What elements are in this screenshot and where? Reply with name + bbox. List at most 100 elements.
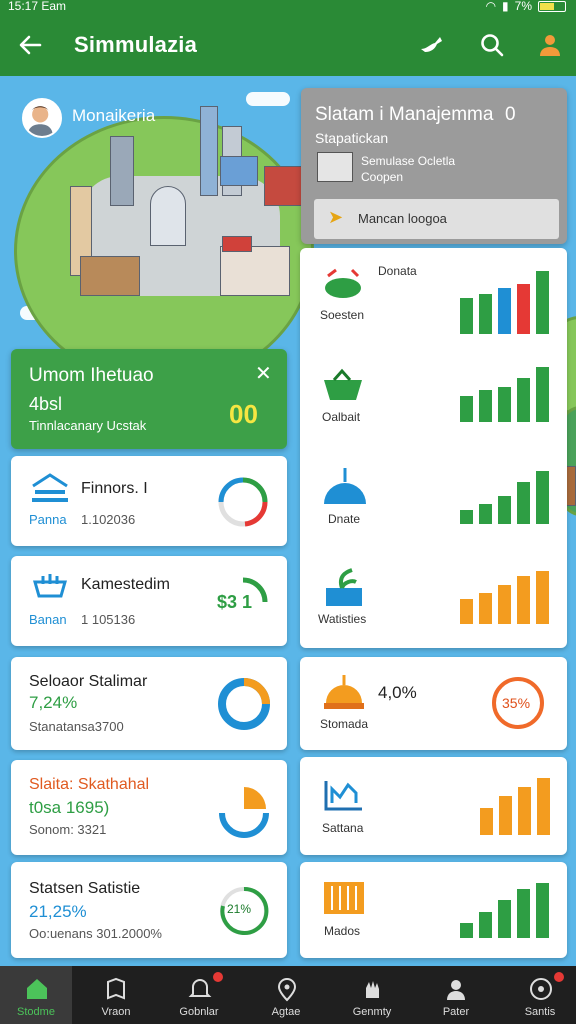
highlight-panel: Umom Ihetuao ✕ 4bsl Tinnlacanary Ucstak … [11,349,287,449]
right-item[interactable]: Stomada 4,0% 35% [300,657,567,750]
basket-icon [324,368,362,400]
wifi-icon: ◠ [485,0,497,13]
ring-value: 35% [502,695,531,711]
domed-building [150,186,186,246]
avatar[interactable] [22,98,62,138]
right-item[interactable]: Sattana [300,757,567,855]
bar [498,496,511,524]
close-icon[interactable]: ✕ [255,361,272,386]
roof [222,236,252,252]
building-chart-icon [324,882,364,914]
bar [460,396,473,422]
app-bar: Simmulazia [0,14,576,76]
stat-card-kamestedim[interactable]: Kamestedim Banan 1 105136 $3 1 [11,556,287,646]
nav-item-home[interactable]: Stodme [0,966,72,1024]
pie-chart [219,787,269,838]
search-icon[interactable] [478,31,506,59]
bar [498,387,511,422]
table-icon [317,152,353,182]
stadium-icon [325,268,361,298]
nav-label: Gobnlar [179,1006,219,1018]
donut-chart [218,678,270,730]
bar [460,298,473,334]
management-line2: Coopen [361,170,404,184]
nav-item-location[interactable]: Agtae [250,966,322,1024]
nav-item-notifications[interactable]: Gobnlar [163,966,235,1024]
hand-icon [366,981,379,998]
bar [517,889,530,938]
bar [518,787,531,835]
bar [479,504,492,524]
nav-item-community[interactable]: Genmty [336,966,408,1024]
bar [517,576,530,624]
nav-item-settings[interactable]: Santis [504,966,576,1024]
card-sub-value: 1.102036 [81,512,136,527]
map-icon [107,977,125,1000]
right-item[interactable]: Oalbait [300,348,567,448]
card-sub-label: Panna [29,512,67,527]
management-subtitle: Stapatickan [315,130,389,146]
bar-chart [460,364,550,422]
bar [498,585,511,624]
bar [537,778,550,835]
right-item-label: Sattana [322,821,364,835]
house [220,246,290,296]
notification-badge [554,972,564,982]
status-icons: ◠ ▮ 7% [486,0,566,12]
management-line1: Semulase Ocletla [361,154,456,168]
nav-item-map[interactable]: Vraon [80,966,152,1024]
account-icon[interactable] [536,31,564,59]
bar-chart [480,775,550,835]
bar [499,796,512,835]
building [110,136,134,206]
right-item-label: Stomada [320,717,369,731]
signal-icon: ▮ [502,0,509,13]
right-item[interactable]: Donata Soesten [300,248,567,348]
house [264,166,304,206]
cloud [246,92,290,106]
bar [498,900,511,938]
notification-badge [213,972,223,982]
tower [200,106,218,196]
card-percent: t0sa 1695) [29,798,110,817]
stat-card-statsen[interactable]: Statsen Satistie 21,25% Oo:uenans 301.20… [11,862,287,958]
plant-chart-icon [326,568,362,606]
bar [460,510,473,524]
card-percent: 21,25% [29,902,87,921]
bar [480,808,493,835]
management-count: 0 [505,104,516,125]
bar [517,378,530,422]
nav-item-profile[interactable]: Pater [420,966,492,1024]
stat-card-seloaor[interactable]: Seloaor Stalimar 7,24% Stanatansa3700 [11,657,287,750]
bar [498,288,511,334]
card-title: Seloaor Stalimar [29,673,148,690]
profile-name: Monaikeria [72,106,156,125]
bar [536,271,549,334]
page-title: Simmulazia [74,32,198,57]
bar-chart [460,568,550,624]
card-sub: Oo:uenans 301.2000% [29,926,162,941]
bar-chart [460,468,550,524]
ring-chart [218,477,268,527]
right-item-value: 4,0% [378,683,417,702]
bar [479,294,492,334]
card-percent: 7,24% [29,693,78,712]
bird-icon[interactable] [418,31,446,59]
right-item[interactable]: Watisties [300,548,567,648]
right-top-label: Donata [378,264,417,278]
stat-card-finance[interactable]: Finnors. I Panna 1.102036 [11,456,287,546]
bar [479,390,492,422]
management-button[interactable]: ➤ Mancan loogoa [314,199,559,239]
card-sub: Stanatansa3700 [29,719,124,734]
bar [536,471,549,524]
highlight-number: 00 [229,399,258,429]
right-item[interactable]: Mados [300,862,567,958]
stat-card-slaita[interactable]: Slaita: Skathahal t0sa 1695) Sonom: 3321 [11,760,287,855]
back-arrow-icon[interactable] [16,31,44,59]
battery-icon [538,0,566,12]
card-sub: Sonom: 3321 [29,822,107,837]
ring-value: $3 1 [217,592,253,612]
trend-chart-icon [324,781,362,811]
right-item[interactable]: Dnate [300,448,567,548]
battery-percent: 7% [514,0,532,13]
